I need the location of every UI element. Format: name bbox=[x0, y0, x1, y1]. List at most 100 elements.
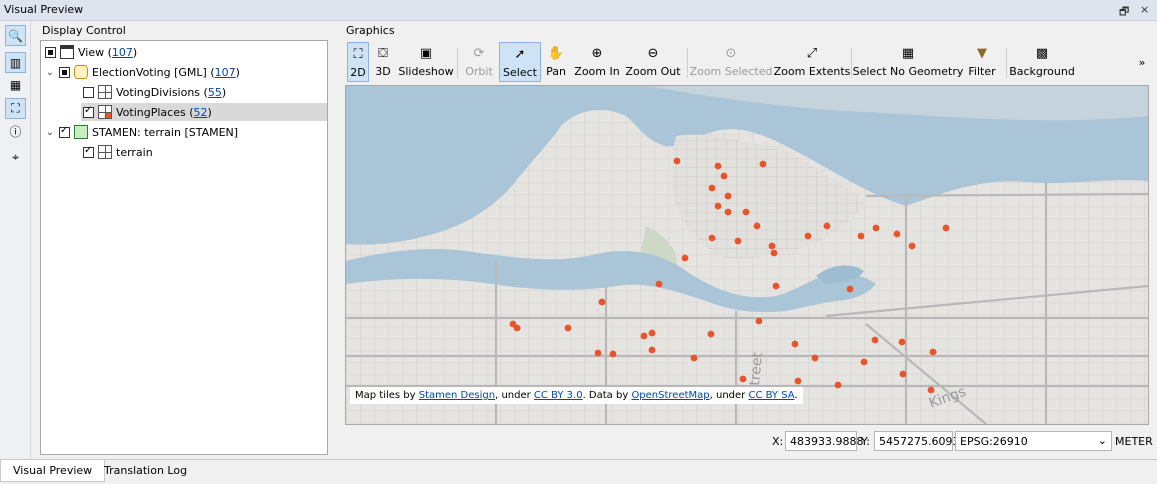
voting-place-point[interactable] bbox=[929, 348, 937, 356]
voting-place-point[interactable] bbox=[708, 234, 716, 242]
slideshow-button[interactable]: ▣ Slideshow bbox=[398, 42, 454, 82]
voting-place-point[interactable] bbox=[834, 381, 842, 389]
close-icon[interactable]: × bbox=[1140, 3, 1149, 16]
voting-place-point[interactable] bbox=[872, 224, 880, 232]
tab-translation-log[interactable]: Translation Log bbox=[92, 460, 199, 482]
3d-icon: ⛋ bbox=[378, 46, 388, 61]
tree-item-stamen[interactable]: ⌄ STAMEN: terrain [STAMEN] bbox=[45, 123, 238, 141]
voting-place-point[interactable] bbox=[927, 386, 935, 394]
voting-place-point[interactable] bbox=[690, 354, 698, 362]
voting-place-point[interactable] bbox=[770, 249, 778, 257]
voting-place-point[interactable] bbox=[673, 157, 681, 165]
voting-place-point[interactable] bbox=[714, 202, 722, 210]
cc-by-sa-link[interactable]: CC BY SA bbox=[748, 390, 794, 401]
count-link[interactable]: 107 bbox=[112, 46, 133, 59]
voting-place-point[interactable] bbox=[893, 230, 901, 238]
voting-place-point[interactable] bbox=[811, 354, 819, 362]
tree-item-label: VotingDivisions ( bbox=[116, 85, 208, 99]
voting-place-point[interactable] bbox=[564, 324, 572, 332]
voting-place-point[interactable] bbox=[734, 237, 742, 245]
voting-place-point[interactable] bbox=[739, 375, 747, 383]
voting-place-point[interactable] bbox=[755, 317, 763, 325]
info-icon[interactable]: ⓘ bbox=[5, 121, 26, 142]
tab-visual-preview[interactable]: Visual Preview bbox=[0, 460, 106, 482]
voting-place-point[interactable] bbox=[598, 298, 606, 306]
voting-place-point[interactable] bbox=[742, 208, 750, 216]
count-link[interactable]: 107 bbox=[215, 66, 236, 79]
voting-place-point[interactable] bbox=[942, 224, 950, 232]
crs-select[interactable]: EPSG:26910 ⌄ bbox=[955, 431, 1112, 451]
tree-checkbox[interactable] bbox=[59, 125, 70, 138]
pan-button[interactable]: ✋ Pan bbox=[544, 42, 568, 82]
voting-place-point[interactable] bbox=[823, 222, 831, 230]
count-link[interactable]: 55 bbox=[208, 86, 222, 99]
2d-button[interactable]: ⛶ 2D bbox=[347, 42, 369, 82]
stamen-design-link[interactable]: Stamen Design bbox=[419, 390, 495, 401]
tree-checkbox[interactable] bbox=[45, 46, 56, 58]
orbit-button[interactable]: ⟳ Orbit bbox=[462, 42, 496, 82]
tree-item-votingplaces[interactable]: VotingPlaces (52) bbox=[81, 103, 327, 121]
voting-place-point[interactable] bbox=[724, 208, 732, 216]
tree-item-votingdivisions[interactable]: VotingDivisions (55) bbox=[83, 83, 226, 101]
voting-place-point[interactable] bbox=[804, 232, 812, 240]
tree-item-view[interactable]: View (107) bbox=[45, 43, 137, 61]
tree-checkbox[interactable] bbox=[59, 66, 70, 78]
tree-checkbox[interactable] bbox=[83, 105, 94, 118]
voting-place-point[interactable] bbox=[720, 172, 728, 180]
tree-item-label: STAMEN: terrain [STAMEN] bbox=[92, 125, 239, 139]
voting-place-point[interactable] bbox=[648, 329, 656, 337]
voting-place-point[interactable] bbox=[513, 324, 521, 332]
voting-place-point[interactable] bbox=[708, 184, 716, 192]
voting-place-point[interactable] bbox=[908, 242, 916, 250]
magnifier-globe-icon[interactable]: 🔍 bbox=[5, 25, 26, 46]
count-link[interactable]: 52 bbox=[194, 106, 208, 119]
tree-item-electionvoting[interactable]: ⌄ ElectionVoting [GML] (107) bbox=[45, 63, 240, 81]
openstreetmap-link[interactable]: OpenStreetMap bbox=[631, 390, 709, 401]
voting-place-point[interactable] bbox=[594, 349, 602, 357]
select-button[interactable]: ➚ Select bbox=[499, 42, 541, 82]
voting-place-point[interactable] bbox=[860, 358, 868, 366]
cc-by-link[interactable]: CC BY 3.0 bbox=[534, 390, 583, 401]
voting-place-point[interactable] bbox=[871, 336, 879, 344]
select-no-geometry-button[interactable]: ▦ Select No Geometry bbox=[853, 42, 964, 82]
background-button[interactable]: ▩ Background bbox=[1009, 42, 1075, 82]
zoom-selected-button[interactable]: ⊙ Zoom Selected bbox=[690, 42, 773, 82]
voting-place-point[interactable] bbox=[898, 338, 906, 346]
voting-place-point[interactable] bbox=[640, 332, 648, 340]
voting-place-point[interactable] bbox=[724, 192, 732, 200]
tree-item-terrain[interactable]: terrain bbox=[83, 143, 153, 161]
3d-button[interactable]: ⛋ 3D bbox=[372, 42, 394, 82]
tree-checkbox[interactable] bbox=[83, 86, 94, 98]
voting-place-point[interactable] bbox=[772, 282, 780, 290]
voting-place-point[interactable] bbox=[846, 285, 854, 293]
tree-checkbox[interactable] bbox=[83, 145, 94, 158]
voting-place-point[interactable] bbox=[899, 370, 907, 378]
voting-place-point[interactable] bbox=[794, 377, 802, 385]
voting-place-point[interactable] bbox=[655, 280, 663, 288]
zoom-extents-button[interactable]: ⤢ Zoom Extents bbox=[774, 42, 851, 82]
map-canvas[interactable]: treet Kings Map tiles by Stamen Design, … bbox=[345, 85, 1149, 425]
restore-icon[interactable]: 🗗 bbox=[1119, 3, 1129, 22]
chevron-down-icon[interactable]: ⌄ bbox=[45, 67, 55, 78]
graphics-title: Graphics bbox=[346, 24, 395, 37]
filter-button[interactable]: ▼ Filter bbox=[968, 42, 996, 82]
voting-place-point[interactable] bbox=[753, 222, 761, 230]
voting-place-point[interactable] bbox=[648, 346, 656, 354]
voting-place-point[interactable] bbox=[768, 242, 776, 250]
voting-place-point[interactable] bbox=[714, 162, 722, 170]
zoom-out-button[interactable]: ⊖ Zoom Out bbox=[625, 42, 680, 82]
database-icon bbox=[74, 65, 88, 79]
chevron-down-icon[interactable]: ⌄ bbox=[45, 127, 55, 138]
table-icon[interactable]: ▦ bbox=[5, 74, 26, 95]
voting-place-point[interactable] bbox=[681, 254, 689, 262]
voting-place-point[interactable] bbox=[857, 232, 865, 240]
voting-place-point[interactable] bbox=[609, 350, 617, 358]
zoom-in-button[interactable]: ⊕ Zoom In bbox=[574, 42, 620, 82]
panel-layout-icon[interactable]: ▥ bbox=[5, 52, 26, 73]
voting-place-point[interactable] bbox=[707, 330, 715, 338]
toolbar-overflow-button[interactable]: » bbox=[1135, 42, 1149, 82]
map-view-icon[interactable]: ⛶ bbox=[5, 98, 26, 119]
voting-place-point[interactable] bbox=[759, 160, 767, 168]
voting-place-point[interactable] bbox=[791, 340, 799, 348]
inspector-icon[interactable]: ⌖ bbox=[5, 147, 26, 168]
